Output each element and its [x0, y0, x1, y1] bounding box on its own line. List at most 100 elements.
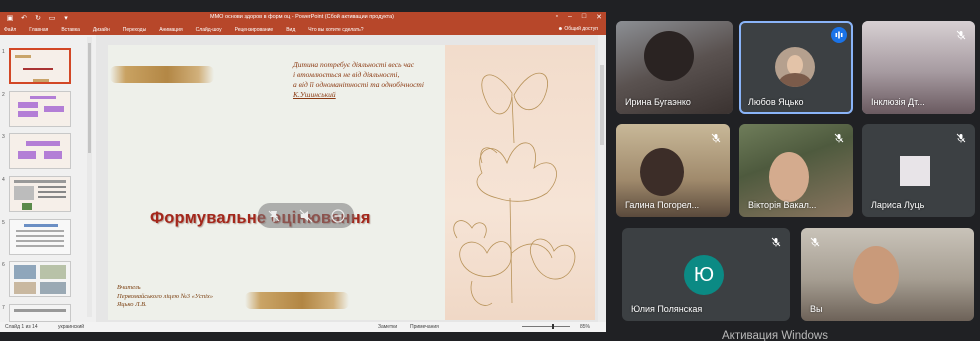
participant-name: Ирина Бугаэнко: [625, 97, 691, 107]
mic-off-icon: [807, 234, 823, 250]
gold-brush-stroke-bottom: [245, 292, 349, 309]
slide-scrollbar[interactable]: [598, 35, 606, 322]
customize-icon[interactable]: ▾: [62, 14, 70, 22]
participant-name: Вы: [810, 304, 823, 314]
tab-file[interactable]: Файл: [4, 27, 16, 33]
slide-thumbnails: 1 2 3 4 5 6 7: [0, 35, 96, 322]
epigraph-author: К.Ушинський: [293, 90, 336, 99]
flower-illustration: [453, 72, 576, 306]
share-button[interactable]: ☻ Общий доступ: [558, 26, 598, 32]
slide-thumbnail-5[interactable]: [9, 219, 71, 255]
tab-slideshow[interactable]: Слайд-шоу: [196, 27, 222, 33]
status-bar: Слайд 1 из 14 украинский Заметки Примеча…: [0, 322, 606, 332]
tab-insert[interactable]: Вставка: [61, 27, 80, 33]
redo-icon[interactable]: ↻: [34, 14, 42, 22]
editor-area: 1 2 3 4 5 6 7 Дитина потребує діяльності…: [0, 35, 606, 322]
mute-icon[interactable]: [299, 209, 313, 223]
title-bar: ▣ ↶ ↻ ▭ ▾ ММО основи здоров в форм оц - …: [0, 12, 606, 24]
avatar: [775, 47, 815, 87]
tab-design[interactable]: Дизайн: [93, 27, 110, 33]
thumbnail-scrollbar[interactable]: [87, 37, 92, 317]
epigraph-line: і втомлюється не від діяльності,: [293, 70, 400, 79]
ribbon-tabs: Файл Главная Вставка Дизайн Переходы Ани…: [0, 24, 606, 35]
mic-off-icon: [953, 130, 969, 146]
avatar-initial: Ю: [684, 255, 724, 295]
gold-brush-stroke-top: [110, 66, 214, 83]
participant-video-shape: [769, 152, 809, 202]
close-icon[interactable]: ✕: [596, 13, 602, 21]
window-title: ММО основи здоров в форм оц - PowerPoint…: [210, 14, 395, 20]
window-controls: ▫ – □ ✕: [556, 13, 603, 21]
tell-me-search[interactable]: Что вы хотите сделать?: [308, 27, 363, 33]
unpin-icon[interactable]: [267, 209, 281, 223]
powerpoint-window: ▣ ↶ ↻ ▭ ▾ ММО основи здоров в форм оц - …: [0, 12, 606, 332]
undo-icon[interactable]: ↶: [20, 14, 28, 22]
presenter-info: Вчитель Первомайського ліцею №3 «Успіх» …: [117, 284, 213, 310]
minimize-icon[interactable]: –: [568, 13, 572, 21]
participant-video-shape: [900, 156, 930, 186]
participant-video-shape: [640, 148, 684, 196]
mic-off-icon: [768, 234, 784, 250]
language-indicator[interactable]: украинский: [58, 324, 84, 330]
participant-tile[interactable]: Ирина Бугаэнко: [616, 21, 733, 114]
slide-thumbnail-3[interactable]: [9, 133, 71, 169]
share-label: Общий доступ: [564, 26, 598, 32]
presenter-line: Первомайського ліцею №3 «Успіх»: [117, 292, 214, 300]
comments-button[interactable]: Примечания: [410, 324, 439, 330]
slide-counter: Слайд 1 из 14: [5, 324, 38, 330]
thumb-number: 3: [2, 134, 5, 140]
ribbon-display-icon[interactable]: ▫: [556, 13, 558, 21]
thumb-number: 4: [2, 177, 5, 183]
participant-name: Юлия Полянская: [631, 304, 703, 314]
zoom-level[interactable]: 85%: [580, 324, 590, 330]
thumb-number: 2: [2, 92, 5, 98]
tab-review[interactable]: Рецензирование: [235, 27, 274, 33]
remove-icon[interactable]: [331, 208, 345, 223]
thumb-number: 6: [2, 262, 5, 268]
epigraph-line: а від її одноманітності та однобічності: [293, 80, 424, 89]
participant-name: Галина Погорел...: [625, 200, 700, 210]
windows-activation-watermark: Активация Windows: [722, 330, 828, 341]
epigraph-line: Дитина потребує діяльності весь час: [293, 60, 415, 69]
thumb-number: 1: [2, 49, 5, 55]
participant-video-shape: [644, 31, 694, 81]
participant-video-shape: [853, 246, 899, 304]
slide-canvas[interactable]: Дитина потребує діяльності весь час і вт…: [108, 45, 595, 320]
presenter-line: Вчитель: [117, 284, 141, 291]
screen: ▣ ↶ ↻ ▭ ▾ ММО основи здоров в форм оц - …: [0, 0, 980, 341]
tab-home[interactable]: Главная: [29, 27, 48, 33]
speaking-indicator-icon: [831, 27, 847, 43]
slide-thumbnail-1[interactable]: [9, 48, 71, 84]
save-icon[interactable]: ▣: [6, 14, 14, 22]
participant-tile-self[interactable]: Вы: [801, 228, 974, 321]
tab-animation[interactable]: Анимация: [159, 27, 182, 33]
quick-access-toolbar: ▣ ↶ ↻ ▭ ▾: [0, 14, 70, 22]
mic-off-icon: [831, 130, 847, 146]
slide-thumbnail-2[interactable]: [9, 91, 71, 127]
participant-tile-active[interactable]: Любов Яцько: [739, 21, 853, 114]
slide-thumbnail-4[interactable]: [9, 176, 71, 212]
slide-thumbnail-6[interactable]: [9, 261, 71, 297]
tab-view[interactable]: Вид: [286, 27, 295, 33]
thumb-number: 7: [2, 305, 5, 311]
participant-name: Любов Яцько: [748, 97, 804, 107]
present-icon[interactable]: ▭: [48, 14, 56, 22]
participant-tile[interactable]: Ю Юлия Полянская: [622, 228, 790, 321]
participant-tile[interactable]: Галина Погорел...: [616, 124, 730, 217]
zoom-slider[interactable]: [522, 324, 570, 329]
participant-name: Лариса Луць: [871, 200, 925, 210]
participant-tile[interactable]: Інклюзія Дт...: [862, 21, 975, 114]
notes-button[interactable]: Заметки: [378, 324, 397, 330]
mic-off-icon: [953, 27, 969, 43]
epigraph: Дитина потребує діяльності весь час і вт…: [293, 60, 424, 100]
presenter-line: Яцько Л.В.: [117, 301, 147, 308]
participant-tile[interactable]: Вікторія Вакал...: [739, 124, 853, 217]
participant-name: Інклюзія Дт...: [871, 97, 925, 107]
presentation-overlay-controls: [258, 203, 354, 228]
maximize-icon[interactable]: □: [582, 13, 586, 21]
slide-thumbnail-7[interactable]: [9, 304, 71, 322]
participant-tile[interactable]: Лариса Луць: [862, 124, 975, 217]
participant-name: Вікторія Вакал...: [748, 200, 817, 210]
tab-transitions[interactable]: Переходы: [123, 27, 146, 33]
thumb-number: 5: [2, 220, 5, 226]
